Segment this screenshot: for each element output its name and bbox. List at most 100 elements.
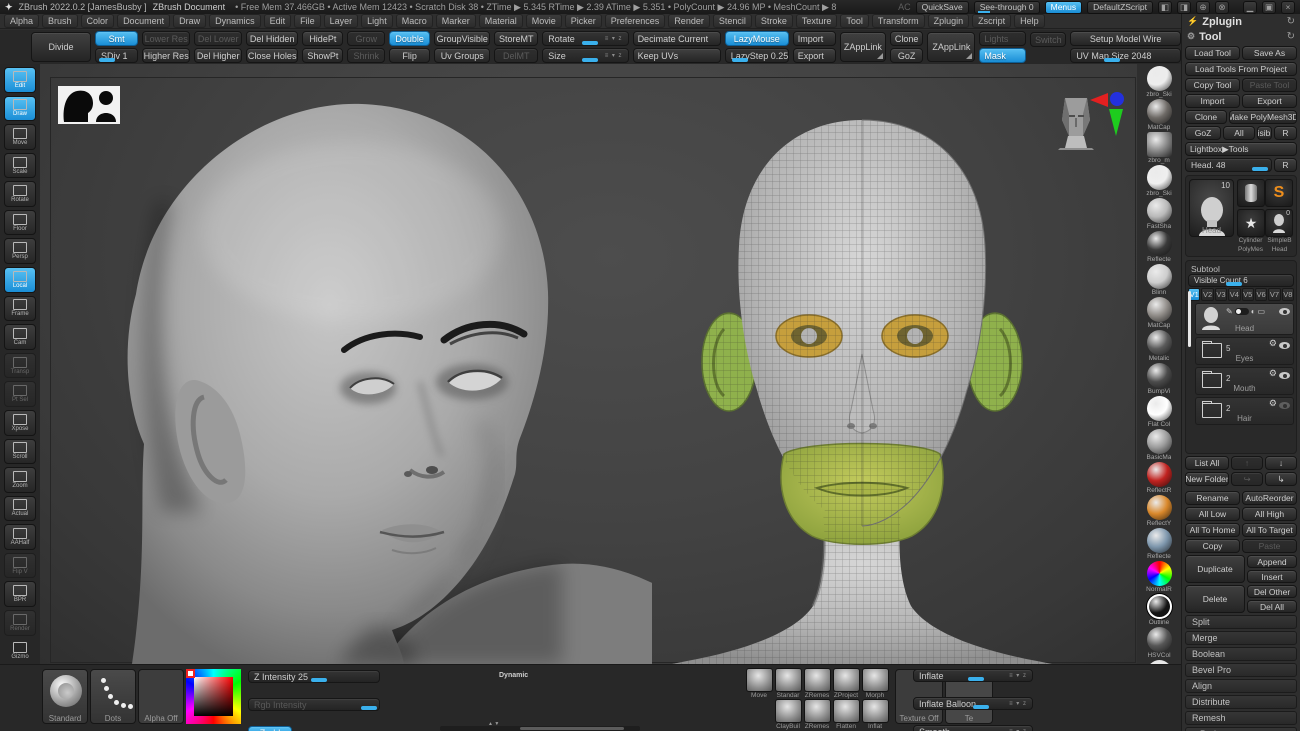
material-sphere-icon[interactable] [1146,594,1172,619]
slider-handle[interactable] [311,678,328,682]
material-sphere-icon[interactable] [1146,396,1172,421]
save-as-button[interactable]: Save As [1242,46,1297,60]
make-polymesh3d-button[interactable]: Make PolyMesh3D [1229,110,1297,124]
insert-button[interactable]: Insert [1247,570,1297,583]
polypaint-toggle[interactable] [1234,308,1249,316]
zapplink-button-2[interactable]: ZAppLink [927,32,976,62]
smooth-slider[interactable]: Smooth≡ ▾ z [913,725,1033,731]
import-button[interactable]: Import [792,31,836,46]
material-sphere-icon[interactable] [1146,429,1172,454]
setup-model-wire-button[interactable]: Setup Model Wire [1070,31,1181,46]
zadd-toggle[interactable]: Zadd [248,726,292,731]
subtool-tab[interactable]: V3 [1214,288,1228,301]
del-higher-button[interactable]: Del Higher [194,48,243,63]
current-alpha-thumbnail[interactable]: Alpha Off [138,669,184,724]
autoreorder-button[interactable]: AutoReorder [1242,491,1297,505]
pan-icon[interactable]: ⊕ [1196,0,1210,14]
eye-icon[interactable] [1279,308,1290,315]
menu-item[interactable]: Stencil [712,14,752,28]
menu-item[interactable]: Alpha [4,14,40,28]
menu-item[interactable]: Preferences [604,14,666,28]
mask-toggle[interactable]: Mask [979,48,1027,63]
material-sphere-icon[interactable] [1146,264,1172,289]
left-toolbar-item[interactable]: Floor [4,209,36,236]
subtool-folder-row[interactable]: 2 ⚙ Mouth [1195,367,1294,395]
menu-item[interactable]: Zplugin [927,14,970,28]
lazymouse-toggle[interactable]: LazyMouse [724,31,789,46]
z-intensity-slider[interactable]: Z Intensity 25 [248,670,380,683]
left-toolbar-item[interactable]: Draw [4,95,36,122]
material-item[interactable]: MatCap [1139,99,1179,132]
grow-button[interactable]: Grow [347,31,385,46]
material-item[interactable]: zbro_m [1139,132,1179,165]
brush-quick-item[interactable]: ZProject [833,668,860,699]
close-holes-button[interactable]: Close Holes [246,48,299,63]
slider-handle[interactable] [582,58,599,62]
branch-arrow-icon[interactable]: ↳ [1265,472,1297,486]
paste-subtool-button[interactable]: Paste [1242,539,1297,553]
head-r-button[interactable]: R [1274,158,1297,172]
collapsed-section-header[interactable]: Merge [1185,631,1297,645]
brush-quick-item[interactable]: ClayBuil [775,699,802,730]
goz-visible-button[interactable]: Visible [1257,126,1272,140]
shelf-scrollbar[interactable] [440,726,640,731]
list-all-button[interactable]: List All [1185,456,1229,470]
material-sphere-icon[interactable] [1146,495,1172,520]
color-picker[interactable] [186,669,241,724]
material-item[interactable]: BasicMa [1139,429,1179,462]
goz-r-button[interactable]: R [1274,126,1297,140]
axis-gizmo[interactable] [1088,90,1132,138]
left-toolbar-item[interactable]: Xpose [4,409,36,436]
material-item[interactable]: Reflecte [1139,231,1179,264]
current-stroke-thumbnail[interactable]: Dots [90,669,136,724]
inflate-balloon-slider[interactable]: Inflate Balloon ≡ ▾ z [913,697,1033,710]
sdiv-slider[interactable]: SDiv 1 [95,48,139,63]
gear-icon[interactable]: ⚙ [1269,338,1277,349]
slider-handle[interactable] [1226,282,1243,286]
current-brush-thumbnail[interactable]: Standard [42,669,88,724]
load-tool-button[interactable]: Load Tool [1185,46,1240,60]
left-toolbar-item[interactable]: Transp [4,352,36,379]
material-sphere-icon[interactable] [1146,462,1172,487]
material-sphere-icon[interactable] [1146,165,1172,190]
all-to-home-button[interactable]: All To Home [1185,523,1240,537]
del-hidden-button[interactable]: Del Hidden [246,31,299,46]
material-item[interactable]: zbro_Ski [1139,66,1179,99]
default-zscript-button[interactable]: DefaultZScript [1087,0,1153,14]
inflate-slider[interactable]: Inflate ≡ ▾ z [913,669,1033,682]
eye-icon[interactable] [1279,342,1290,349]
rotate-slider[interactable]: Rotate ≡ ▾ z [542,31,629,46]
left-toolbar-item[interactable]: Local [4,267,36,293]
zplugin-header[interactable]: ⚡ Zplugin ↻ [1185,14,1297,29]
quicksave-button[interactable]: QuickSave [915,0,969,14]
paste-tool-button[interactable]: Paste Tool [1242,78,1297,92]
del-all-button[interactable]: Del All [1247,600,1297,613]
rename-button[interactable]: Rename [1185,491,1240,505]
eye-icon[interactable] [1279,372,1290,379]
slider-handle[interactable] [99,58,116,62]
material-sphere-icon[interactable] [1146,132,1172,157]
material-item[interactable]: MatCap [1139,297,1179,330]
higher-res-button[interactable]: Higher Res [142,48,191,63]
shrink-button[interactable]: Shrink [347,48,385,63]
tool-thumb-polymesh-star[interactable]: ★ [1237,209,1265,237]
slider-handle[interactable] [360,706,377,710]
left-toolbar-item[interactable]: Zoom [4,467,36,493]
material-sphere-icon[interactable] [1146,330,1172,355]
size-slider[interactable]: Size ≡ ▾ z [542,48,629,63]
left-toolbar-item[interactable]: Frame [4,295,36,322]
subtool-folder-row[interactable]: 5 ⚙ Eyes [1195,337,1294,365]
orbit-icon[interactable]: ⊗ [1215,0,1229,14]
subtool-tab[interactable]: V7 [1268,288,1281,301]
left-toolbar-item[interactable]: Edit [4,67,36,93]
all-high-button[interactable]: All High [1242,507,1297,521]
material-item[interactable]: Reflecte [1139,528,1179,561]
all-low-button[interactable]: All Low [1185,507,1240,521]
material-item[interactable]: Blinn [1139,264,1179,297]
left-toolbar-item[interactable]: AAHalf [4,524,36,550]
subtool-folder-row[interactable]: 2 ⚙ Hair [1195,397,1294,425]
brush-quick-item[interactable]: ZRemes [804,668,831,699]
material-item[interactable]: FastSha [1139,198,1179,231]
tool-thumb-cylinder[interactable] [1237,179,1265,207]
goz-button[interactable]: GoZ [889,48,924,63]
